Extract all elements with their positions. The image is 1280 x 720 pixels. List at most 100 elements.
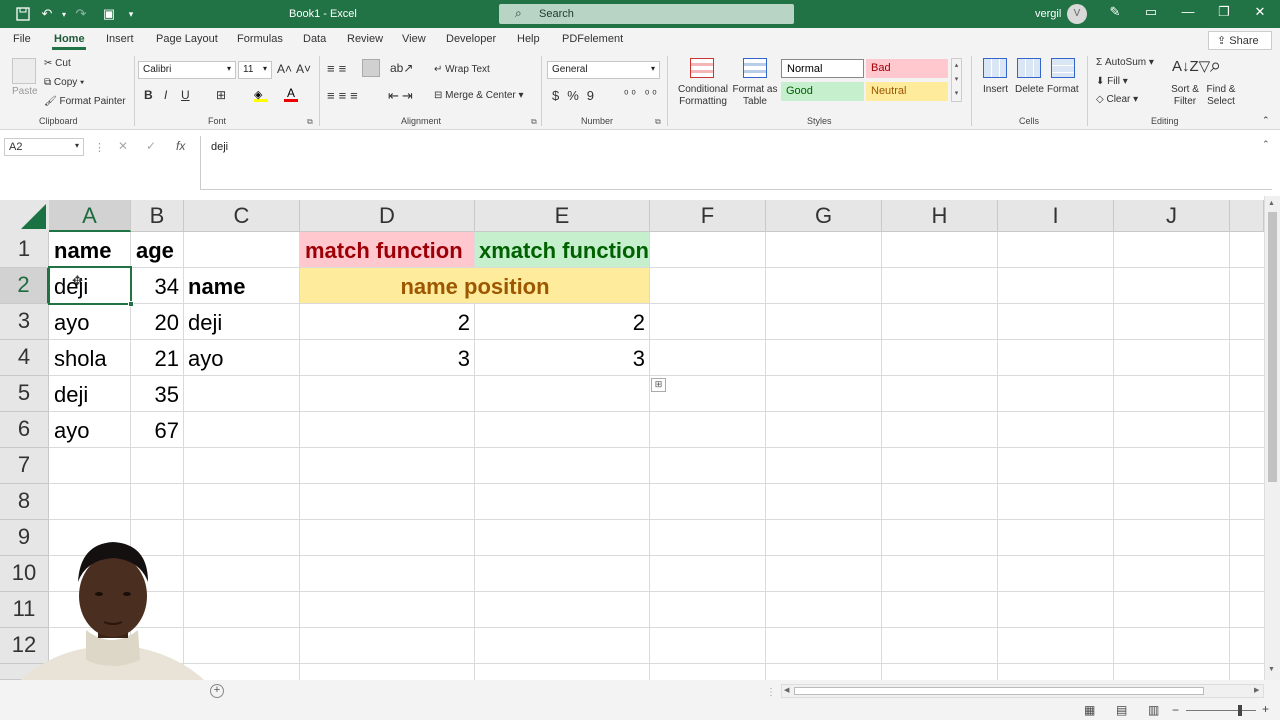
row-header-6[interactable]: 6 — [0, 412, 49, 448]
avatar[interactable]: V — [1067, 4, 1087, 24]
bottom-align-icon[interactable] — [362, 59, 380, 77]
scroll-right-icon[interactable]: ▶ — [1254, 686, 1259, 694]
cell-d1[interactable]: match function — [305, 233, 463, 269]
number-format-select[interactable]: General ▾ — [547, 61, 660, 79]
number-launcher-icon[interactable]: ⧉ — [655, 117, 661, 127]
find-select-button[interactable]: Find & Select — [1201, 84, 1241, 108]
select-all-corner[interactable] — [0, 200, 49, 232]
search-box[interactable]: ⌕ Search — [499, 4, 794, 24]
collapse-formula-icon[interactable]: ⌃ — [1262, 139, 1270, 150]
col-header-f[interactable]: F — [650, 200, 766, 232]
format-as-table-button[interactable]: Format as Table — [732, 84, 778, 108]
style-normal[interactable]: Normal — [781, 59, 864, 78]
format-cells-button[interactable]: Format — [1047, 84, 1079, 95]
tab-file[interactable]: File — [13, 33, 31, 45]
tab-help[interactable]: Help — [517, 33, 540, 45]
cell-d3[interactable]: 2 — [300, 305, 470, 341]
font-launcher-icon[interactable]: ⧉ — [307, 117, 313, 127]
row-header-5[interactable]: 5 — [0, 376, 49, 412]
font-color-icon[interactable]: A — [284, 86, 298, 102]
merge-center-button[interactable]: ⊟ Merge & Center ▾ — [434, 90, 524, 101]
customize-toolbar-icon[interactable]: ▾ — [122, 5, 140, 23]
col-header-g[interactable]: G — [766, 200, 882, 232]
cell-a4[interactable]: shola — [54, 341, 107, 377]
col-header-d[interactable]: D — [300, 200, 475, 232]
zoom-out-icon[interactable]: − — [1172, 703, 1179, 717]
cut-button[interactable]: ✂ Cut — [44, 58, 71, 69]
page-break-view-icon[interactable]: ▥ — [1148, 703, 1159, 717]
alignment-launcher-icon[interactable]: ⧉ — [531, 117, 537, 127]
style-good[interactable]: Good — [781, 82, 864, 101]
row-header-2[interactable]: 2 — [0, 268, 49, 304]
col-header-c[interactable]: C — [184, 200, 300, 232]
row-header-3[interactable]: 3 — [0, 304, 49, 340]
fill-color-icon[interactable]: ◈ — [254, 88, 268, 102]
minimize-icon[interactable]: — — [1173, 4, 1203, 24]
horizontal-scrollbar[interactable]: ◀ ▶ — [781, 684, 1264, 698]
horizontal-align-icons[interactable]: ≡≡≡ — [327, 88, 362, 103]
autosum-button[interactable]: Σ AutoSum ▾ — [1096, 57, 1154, 68]
new-sheet-icon[interactable]: + — [210, 684, 224, 698]
cell-c2[interactable]: name — [188, 269, 245, 305]
cell-b5[interactable]: 35 — [131, 377, 179, 413]
cell-d4[interactable]: 3 — [300, 341, 470, 377]
insert-cells-button[interactable]: Insert — [983, 84, 1008, 95]
vertical-align-icons[interactable]: ≡≡ — [327, 61, 350, 76]
tab-data[interactable]: Data — [303, 33, 326, 45]
share-button[interactable]: ⇪ Share — [1208, 31, 1272, 50]
increase-font-icon[interactable]: A˄ — [277, 62, 292, 76]
cell-c4[interactable]: ayo — [188, 341, 223, 377]
copy-button[interactable]: ⧉ Copy ▾ — [44, 77, 84, 88]
col-header-a[interactable]: A — [49, 200, 131, 232]
collapse-ribbon-icon[interactable]: ⌃ — [1262, 115, 1270, 126]
cell-e4[interactable]: 3 — [475, 341, 645, 377]
normal-view-icon[interactable]: ▦ — [1084, 703, 1095, 717]
sort-filter-icon[interactable]: A↓Z▽ — [1172, 57, 1210, 75]
page-layout-view-icon[interactable]: ▤ — [1116, 703, 1127, 717]
bold-icon[interactable]: B — [144, 88, 153, 102]
clear-button[interactable]: ◇ Clear ▾ — [1096, 94, 1138, 105]
number-style-icons[interactable]: $%9 — [552, 88, 602, 103]
cell-b3[interactable]: 20 — [131, 305, 179, 341]
find-select-icon[interactable]: ⌕ — [1210, 55, 1221, 78]
orientation-icon[interactable]: ab↗ — [390, 61, 413, 75]
zoom-slider[interactable] — [1186, 710, 1256, 711]
scroll-up-icon[interactable]: ▲ — [1268, 200, 1275, 207]
fill-button[interactable]: ⬇ Fill ▾ — [1096, 76, 1128, 87]
zoom-in-icon[interactable]: + — [1262, 702, 1269, 716]
close-icon[interactable]: ✕ — [1245, 4, 1275, 24]
insert-function-icon[interactable]: fx — [176, 139, 185, 153]
format-as-table-icon[interactable] — [743, 58, 767, 78]
row-header-4[interactable]: 4 — [0, 340, 49, 376]
scroll-down-icon[interactable]: ▼ — [1268, 666, 1275, 673]
wrap-text-button[interactable]: ↵ Wrap Text — [434, 64, 490, 75]
undo-icon[interactable]: ↶ — [38, 5, 56, 23]
col-header-i[interactable]: I — [998, 200, 1114, 232]
cell-a1[interactable]: name — [54, 233, 111, 269]
style-bad[interactable]: Bad — [866, 59, 948, 78]
cell-b6[interactable]: 67 — [131, 413, 179, 449]
row-header-8[interactable]: 8 — [0, 484, 49, 520]
tab-developer[interactable]: Developer — [446, 33, 496, 45]
col-header-j[interactable]: J — [1114, 200, 1230, 232]
styles-scroll-icon[interactable]: ▴ ▾ ▾ — [951, 58, 962, 102]
cell-e3[interactable]: 2 — [475, 305, 645, 341]
underline-icon[interactable]: U — [181, 88, 190, 102]
paste-label[interactable]: Paste — [12, 86, 38, 97]
cell-b2[interactable]: 34 — [131, 269, 179, 305]
conditional-formatting-button[interactable]: Conditional Formatting — [676, 84, 730, 108]
tab-page-layout[interactable]: Page Layout — [156, 33, 218, 45]
quick-analysis-icon[interactable]: ⊞ — [651, 378, 666, 392]
sort-filter-button[interactable]: Sort & Filter — [1166, 84, 1204, 108]
tab-formulas[interactable]: Formulas — [237, 33, 283, 45]
insert-cells-icon[interactable] — [983, 58, 1007, 78]
vertical-scroll-thumb[interactable] — [1268, 212, 1277, 482]
conditional-formatting-icon[interactable] — [690, 58, 714, 78]
vertical-scrollbar[interactable]: ▲ ▼ — [1264, 196, 1280, 680]
cell-b1[interactable]: age — [136, 233, 174, 269]
row-header-7[interactable]: 7 — [0, 448, 49, 484]
format-painter-button[interactable]: 🖌 Format Painter — [44, 96, 126, 107]
font-name-select[interactable]: Calibri ▾ — [138, 61, 236, 79]
italic-icon[interactable]: I — [164, 88, 167, 102]
cell-a5[interactable]: deji — [54, 377, 88, 413]
